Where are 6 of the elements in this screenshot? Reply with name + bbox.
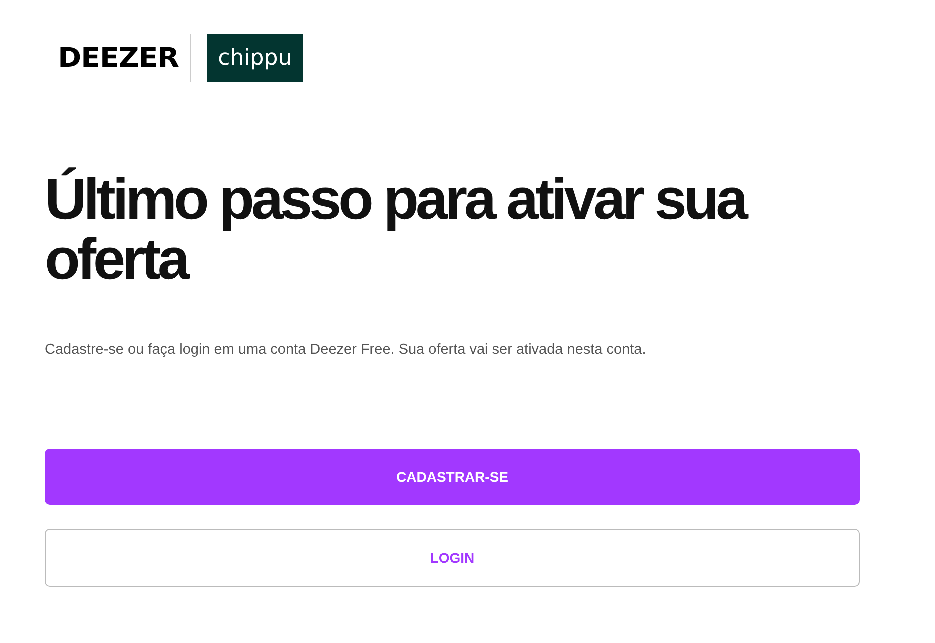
signup-button[interactable]: CADASTRAR-SE <box>45 449 860 505</box>
deezer-logo: DEEZER <box>58 42 179 74</box>
description-text: Cadastre-se ou faça login em uma conta Deezer Free. Sua oferta vai ser ativada nesta conta. <box>45 342 648 358</box>
login-button[interactable]: LOGIN <box>45 529 860 587</box>
chippu-logo: chippu <box>207 34 304 82</box>
page-title: Último passo para ativar sua oferta <box>45 170 748 290</box>
